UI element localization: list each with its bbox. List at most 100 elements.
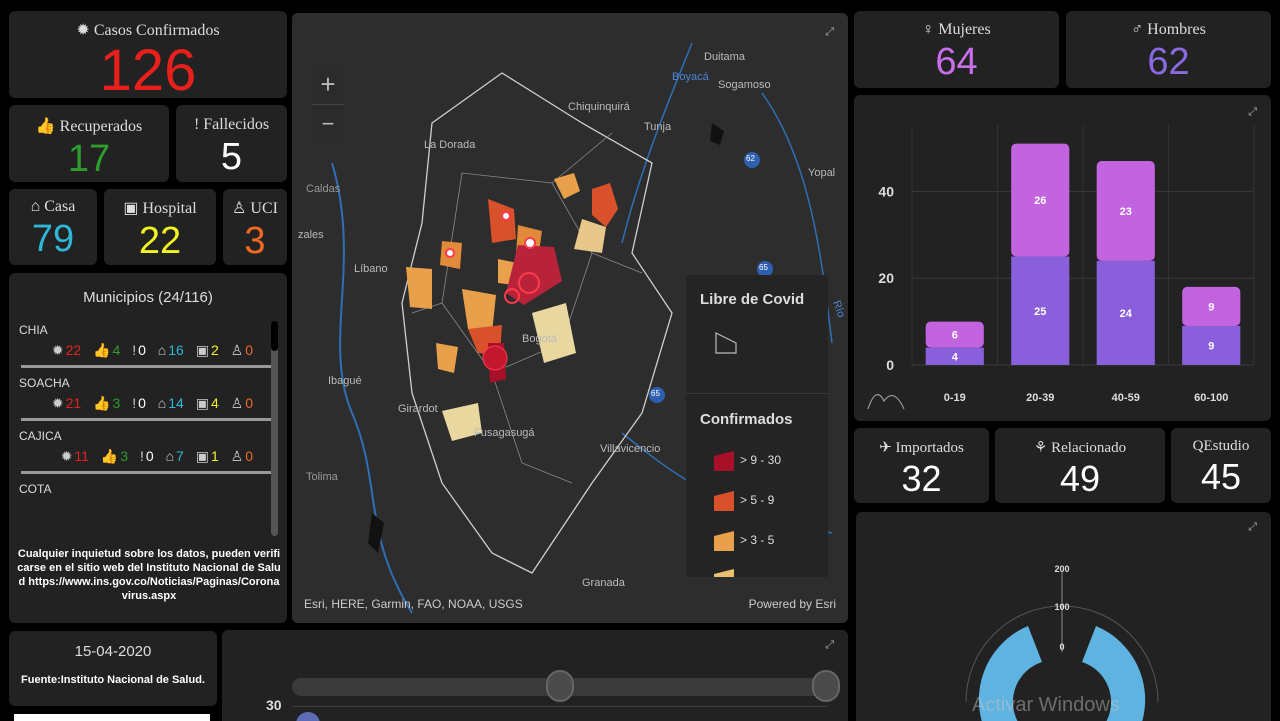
scrollbar-thumb[interactable] — [271, 321, 278, 351]
muni-deaths: 0 — [138, 342, 146, 358]
exclamation-icon: ! — [193, 116, 200, 133]
divider — [21, 471, 275, 474]
zoom-in-button[interactable]: + — [312, 65, 344, 105]
expand-icon[interactable]: ⤢ — [825, 640, 834, 651]
zoom-out-button[interactable]: − — [312, 105, 344, 145]
map-label: Tunja — [644, 121, 672, 133]
age-chart-panel: ⤢ 0 20 40 4 6 0-19 25 26 20-39 24 23 40-59 9 9 60-100 — [854, 95, 1271, 421]
home-icon: ⌂ — [157, 342, 167, 358]
gauge-chart: 200 100 0 — [965, 564, 1159, 721]
map-label: Duitama — [704, 51, 745, 63]
muni-confirmed: 21 — [65, 395, 82, 411]
casos-value: 126 — [99, 38, 197, 99]
list-item[interactable]: COTA — [9, 480, 287, 498]
recuperados-value: 17 — [67, 138, 111, 180]
map-label: Villavicencio — [600, 443, 661, 455]
muni-confirmed: 22 — [65, 342, 82, 358]
municipios-title: Municipios (24/116) — [83, 289, 213, 306]
road-shield: 62 — [746, 154, 755, 163]
muni-deaths: 0 — [145, 448, 154, 464]
hospital-icon: ▣ — [195, 342, 209, 358]
legend-swatch — [714, 491, 734, 511]
muni-icu: 0 — [245, 342, 253, 358]
muni-deaths: 0 — [138, 395, 146, 411]
map-label: Bogotá — [522, 333, 557, 345]
map-label: Ibagué — [328, 375, 362, 387]
expand-icon[interactable]: ⤢ — [825, 27, 834, 38]
plane-icon: ✈ — [879, 440, 892, 456]
report-date: 15-04-2020 — [74, 643, 152, 660]
scrollbar[interactable] — [271, 321, 278, 536]
legend-swatch — [714, 451, 734, 471]
uci-panel: ♙ UCI 3 — [223, 189, 287, 265]
map-label: Líbano — [354, 263, 388, 275]
x-tick-label: 0-19 — [944, 392, 966, 404]
importados-panel: ✈ Importados 32 — [854, 428, 989, 503]
muni-icu: 0 — [245, 395, 253, 411]
muni-recovered: 4 — [112, 342, 121, 358]
casa-value: 79 — [31, 218, 75, 260]
legend-row: > 9 - 30 — [714, 451, 781, 471]
x-tick-label: 60-100 — [1194, 392, 1228, 404]
bar-value-label: 4 — [952, 351, 959, 363]
muni-icu: 0 — [245, 448, 253, 464]
patient-icon: ♙ — [230, 342, 244, 358]
list-item[interactable]: CHIA ✹ 22 👍 4 ! 0 ⌂ 16 ▣ 2 ♙ 0 — [9, 321, 287, 368]
estudio-panel: QEstudio 45 — [1171, 428, 1271, 503]
muni-recovered: 3 — [112, 395, 121, 411]
home-icon: ⌂ — [157, 395, 167, 411]
gauge-panel: ⤢ 200 100 0 Activar Windows — [856, 512, 1271, 721]
mujeres-panel: ♀ Mujeres 64 — [854, 11, 1059, 88]
range-slider-handle-right[interactable] — [812, 670, 840, 702]
gauge-tick-label: 100 — [1054, 602, 1069, 612]
map-panel[interactable]: Duitama Boyacá Sogamoso Chiquinquirá Tun… — [292, 13, 848, 623]
recuperados-panel: 👍 Recuperados 17 — [9, 105, 169, 182]
polygon-icon — [714, 331, 738, 355]
range-slider-handle-left[interactable] — [546, 670, 574, 702]
recuperados-label: Recuperados — [59, 118, 143, 135]
legend-label: > 3 - 5 — [740, 533, 775, 548]
timeline-ytick: 30 — [266, 697, 282, 713]
casa-panel: ⌂ Casa 79 — [9, 189, 97, 265]
thumbs-up-icon: 👍 — [35, 118, 56, 135]
importados-value: 32 — [901, 458, 942, 499]
muni-hospital: 1 — [210, 448, 219, 464]
powered-by-esri[interactable]: Powered by Esri — [749, 597, 836, 611]
municipios-list[interactable]: CHIA ✹ 22 👍 4 ! 0 ⌂ 16 ▣ 2 ♙ 0 SOACHA ✹ 21 👍 3 !… — [9, 321, 287, 536]
virus-icon: ✹ — [60, 448, 73, 464]
date-panel: 15-04-2020 Fuente:Instituto Nacional de … — [9, 631, 217, 706]
hospital-label: Hospital — [142, 200, 197, 217]
virus-icon: ✹ — [76, 22, 90, 39]
muni-hospital: 4 — [210, 395, 219, 411]
casos-panel: ✹ Casos Confirmados 126 — [9, 11, 287, 98]
hospital-icon: ▣ — [123, 200, 139, 217]
map-label: Tolima — [306, 471, 338, 483]
x-tick-label: 40-59 — [1112, 392, 1140, 404]
gauge-tick-label: 200 — [1054, 564, 1069, 574]
bar-value-label: 24 — [1120, 308, 1133, 320]
uci-value: 3 — [244, 220, 266, 262]
muni-home: 14 — [168, 395, 184, 411]
bar-value-label: 9 — [1208, 340, 1214, 352]
zoom-control: + − — [312, 65, 344, 145]
hospital-value: 22 — [138, 220, 182, 262]
legend-label: > 5 - 9 — [740, 493, 775, 508]
legend-swatch — [714, 531, 734, 551]
white-strip — [14, 714, 210, 721]
list-item[interactable]: SOACHA ✹ 21 👍 3 ! 0 ⌂ 14 ▣ 4 ♙ 0 — [9, 374, 287, 421]
legend-free-title: Libre de Covid — [700, 291, 805, 308]
virus-icon: ✹ — [51, 395, 64, 411]
bar-value-label: 9 — [1208, 301, 1214, 313]
bar-value-label: 23 — [1120, 206, 1132, 218]
legend-confirmed-title: Confirmados — [700, 411, 793, 428]
timeline-panel: ⤢ 30 — [222, 630, 848, 721]
mountain-icon — [867, 394, 905, 410]
home-icon: ⌂ — [165, 448, 175, 464]
muni-name: CAJICA — [19, 429, 62, 443]
windows-watermark: Activar Windows — [972, 694, 1120, 716]
estudio-value: 45 — [1200, 456, 1242, 497]
patient-icon: ♙ — [232, 200, 247, 217]
legend-row: > 3 - 5 — [714, 531, 774, 551]
list-item[interactable]: CAJICA ✹ 11 👍 3 ! 0 ⌂ 7 ▣ 1 ♙ 0 — [9, 427, 287, 474]
map-legend: Libre de Covid Confirmados > 9 - 30 > 5 … — [686, 275, 828, 577]
